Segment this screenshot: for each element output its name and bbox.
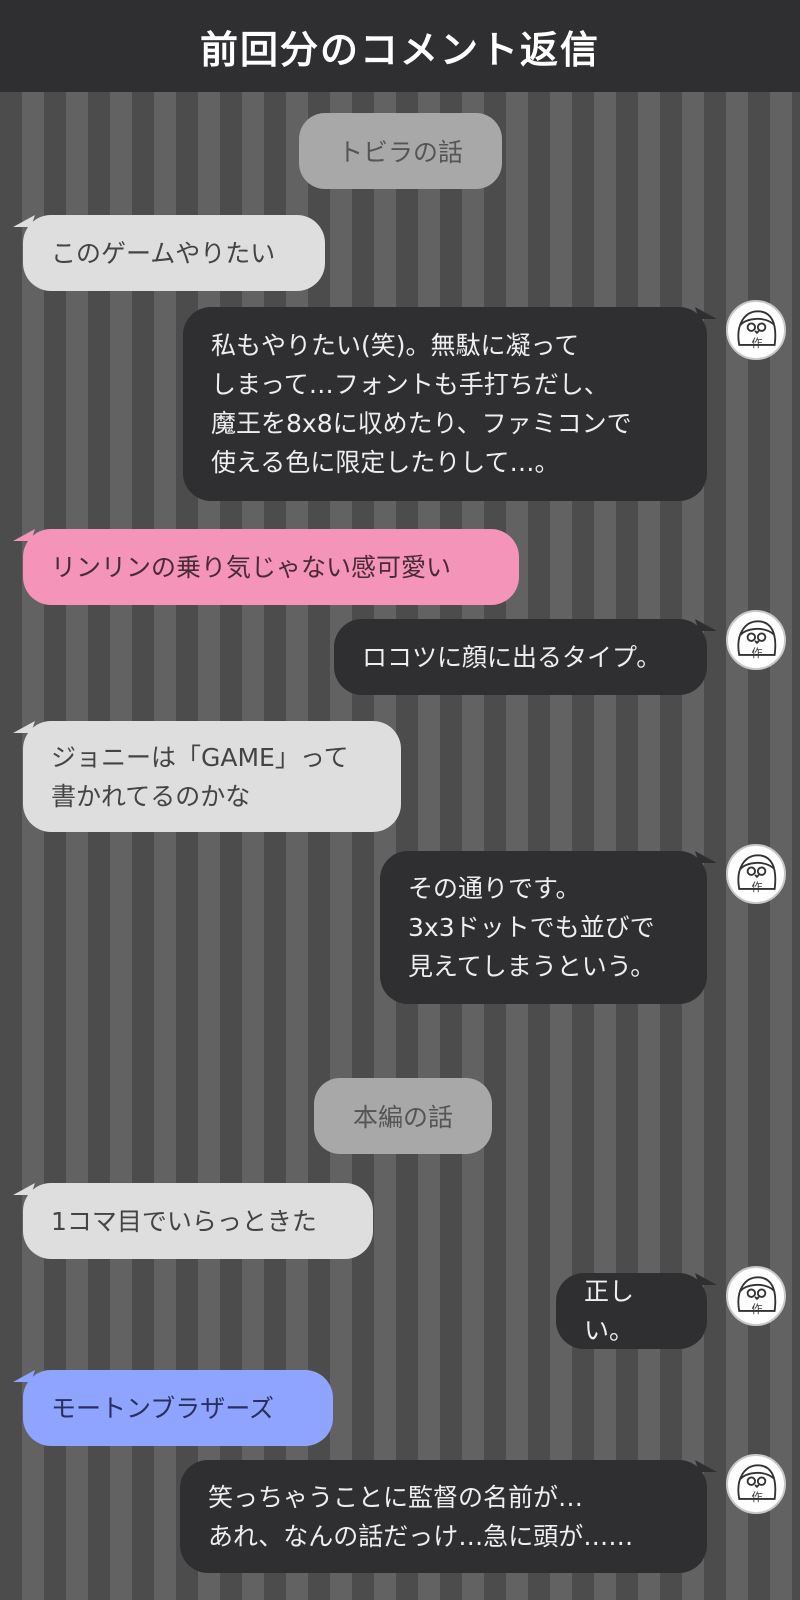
author-avatar-icon: 作 [726,1454,786,1514]
message-bubble-5: ジョニーは「GAME」って 書かれてるのかな [23,721,401,832]
message-bubble-6: その通りです。 3x3ドットでも並びで 見えてしまうという。 [380,851,707,1004]
message-bubble-3: リンリンの乗り気じゃない感可愛い [23,529,519,605]
header-bar: 前回分のコメント返信 [0,0,800,92]
message-bubble-4: ロコツに顔に出るタイプ。 [334,619,707,695]
message-bubble-10: 笑っちゃうことに監督の名前が… あれ、なんの話だっけ…急に頭が…… [180,1460,707,1573]
svg-text:作: 作 [751,1491,762,1504]
section-label-honpen: 本編の話 [314,1078,492,1154]
author-avatar-icon: 作 [726,1266,786,1326]
svg-text:作: 作 [751,1303,762,1316]
message-bubble-9: モートンブラザーズ [23,1370,333,1446]
message-bubble-8: 正しい。 [556,1273,707,1349]
message-bubble-7: 1コマ目でいらっときた [23,1183,373,1259]
svg-text:作: 作 [751,337,762,350]
page-title: 前回分のコメント返信 [199,27,600,72]
author-avatar-icon: 作 [726,300,786,360]
svg-text:作: 作 [751,881,762,894]
author-avatar-icon: 作 [726,844,786,904]
comment-reply-page: 前回分のコメント返信 トビラの話 このゲームやりたい 私もやりたい(笑)。無駄に… [0,0,800,1600]
message-bubble-1: このゲームやりたい [23,215,325,291]
author-avatar-icon: 作 [726,610,786,670]
section-label-tobira: トビラの話 [299,113,502,189]
svg-text:作: 作 [751,647,762,660]
message-bubble-2: 私もやりたい(笑)。無駄に凝って しまって…フォントも手打ちだし、 魔王を8x8… [183,307,707,501]
